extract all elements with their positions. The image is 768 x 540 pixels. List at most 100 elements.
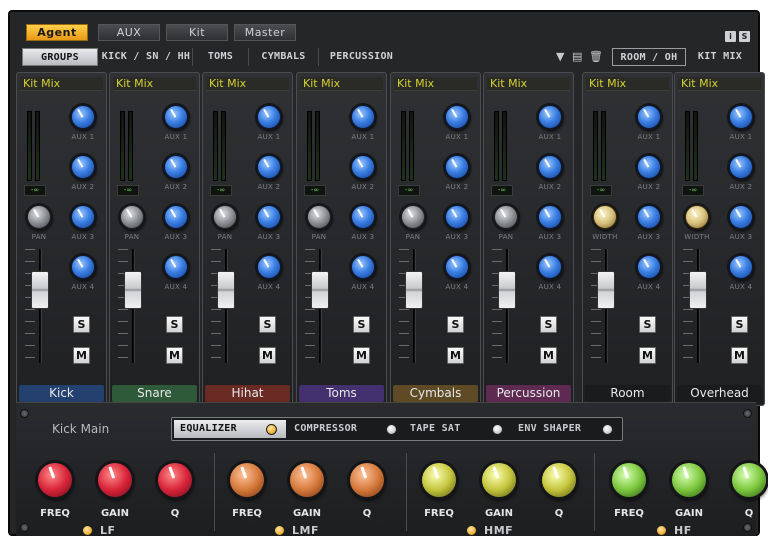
save-preset-icon[interactable]: ▤: [572, 50, 582, 63]
compressor-power-icon[interactable]: [386, 424, 397, 435]
pan-knob[interactable]: [213, 205, 237, 229]
aux-3-knob[interactable]: [71, 205, 95, 229]
trash-icon[interactable]: 🗑: [589, 50, 603, 63]
mute-button[interactable]: M: [73, 347, 90, 364]
solo-button[interactable]: S: [73, 316, 90, 333]
tab-agent[interactable]: Agent: [26, 24, 88, 41]
volume-fader[interactable]: [597, 271, 615, 309]
channel-name[interactable]: Kick: [19, 385, 104, 402]
solo-button[interactable]: S: [639, 316, 656, 333]
kit-mix-label[interactable]: Kit Mix: [113, 77, 196, 91]
tab-room-oh[interactable]: ROOM / OH: [612, 48, 686, 66]
tab-aux[interactable]: AUX: [98, 24, 160, 41]
aux-2-knob[interactable]: [257, 155, 281, 179]
tab-equalizer[interactable]: EQUALIZER: [174, 420, 286, 438]
aux-4-knob[interactable]: [637, 255, 661, 279]
q-knob[interactable]: [542, 463, 576, 497]
kit-mix-label[interactable]: Kit Mix: [206, 77, 289, 91]
pan-knob[interactable]: [27, 205, 51, 229]
channel-name[interactable]: Percussion: [486, 385, 571, 402]
aux-4-knob[interactable]: [538, 255, 562, 279]
kit-mix-label[interactable]: Kit Mix: [487, 77, 570, 91]
kit-mix-label[interactable]: Kit Mix: [394, 77, 477, 91]
volume-fader[interactable]: [124, 271, 142, 309]
solo-button[interactable]: S: [166, 316, 183, 333]
aux-1-knob[interactable]: [729, 105, 753, 129]
aux-2-knob[interactable]: [351, 155, 375, 179]
tab-cymbals[interactable]: CYMBALS: [248, 48, 318, 66]
mute-button[interactable]: M: [353, 347, 370, 364]
q-knob[interactable]: [158, 463, 192, 497]
channel-name[interactable]: Hihat: [205, 385, 290, 402]
env-shaper-power-icon[interactable]: [602, 424, 613, 435]
volume-fader[interactable]: [31, 271, 49, 309]
gain-knob[interactable]: [672, 463, 706, 497]
aux-2-knob[interactable]: [637, 155, 661, 179]
aux-3-knob[interactable]: [637, 205, 661, 229]
volume-fader[interactable]: [217, 271, 235, 309]
aux-4-knob[interactable]: [729, 255, 753, 279]
pan-knob[interactable]: [494, 205, 518, 229]
pan-knob[interactable]: [401, 205, 425, 229]
dropdown-arrow-icon[interactable]: ▼: [556, 50, 564, 63]
tab-kit-mix[interactable]: KIT MIX: [692, 48, 748, 66]
tab-percussion[interactable]: PERCUSSION: [318, 48, 404, 66]
q-knob[interactable]: [732, 463, 766, 497]
solo-button[interactable]: S: [447, 316, 464, 333]
tab-compressor[interactable]: COMPRESSOR: [288, 420, 402, 438]
channel-name[interactable]: Room: [585, 385, 670, 402]
solo-button[interactable]: S: [259, 316, 276, 333]
aux-1-knob[interactable]: [257, 105, 281, 129]
aux-3-knob[interactable]: [257, 205, 281, 229]
mute-button[interactable]: M: [540, 347, 557, 364]
mute-button[interactable]: M: [166, 347, 183, 364]
channel-name[interactable]: Cymbals: [393, 385, 478, 402]
freq-knob[interactable]: [230, 463, 264, 497]
kit-mix-label[interactable]: Kit Mix: [20, 77, 103, 91]
channel-name[interactable]: Overhead: [677, 385, 762, 402]
equalizer-power-icon[interactable]: [266, 424, 277, 435]
band-power-icon[interactable]: [274, 525, 285, 536]
pan-knob[interactable]: [593, 205, 617, 229]
volume-fader[interactable]: [689, 271, 707, 309]
gain-knob[interactable]: [98, 463, 132, 497]
aux-4-knob[interactable]: [164, 255, 188, 279]
tape-sat-power-icon[interactable]: [492, 424, 503, 435]
volume-fader[interactable]: [311, 271, 329, 309]
kit-mix-label[interactable]: Kit Mix: [300, 77, 383, 91]
pan-knob[interactable]: [685, 205, 709, 229]
mute-button[interactable]: M: [731, 347, 748, 364]
aux-3-knob[interactable]: [445, 205, 469, 229]
pan-knob[interactable]: [120, 205, 144, 229]
channel-name[interactable]: Toms: [299, 385, 384, 402]
volume-fader[interactable]: [498, 271, 516, 309]
aux-1-knob[interactable]: [351, 105, 375, 129]
freq-knob[interactable]: [612, 463, 646, 497]
aux-4-knob[interactable]: [445, 255, 469, 279]
aux-2-knob[interactable]: [445, 155, 469, 179]
tab-toms[interactable]: TOMS: [192, 48, 248, 66]
mute-button[interactable]: M: [639, 347, 656, 364]
kit-mix-label[interactable]: Kit Mix: [586, 77, 669, 91]
info-button[interactable]: i: [725, 31, 736, 42]
pan-knob[interactable]: [307, 205, 331, 229]
gain-knob[interactable]: [482, 463, 516, 497]
mute-button[interactable]: M: [259, 347, 276, 364]
aux-1-knob[interactable]: [71, 105, 95, 129]
tab-kick-sn-hh[interactable]: KICK / SN / HH: [100, 48, 192, 66]
settings-button[interactable]: S: [739, 31, 750, 42]
kit-mix-label[interactable]: Kit Mix: [678, 77, 761, 91]
aux-2-knob[interactable]: [538, 155, 562, 179]
solo-button[interactable]: S: [353, 316, 370, 333]
tab-master[interactable]: Master: [234, 24, 296, 41]
band-power-icon[interactable]: [656, 525, 667, 536]
aux-2-knob[interactable]: [164, 155, 188, 179]
gain-knob[interactable]: [290, 463, 324, 497]
tab-groups[interactable]: GROUPS: [22, 48, 98, 66]
tab-tape-sat[interactable]: TAPE SAT: [404, 420, 510, 438]
aux-3-knob[interactable]: [538, 205, 562, 229]
aux-1-knob[interactable]: [445, 105, 469, 129]
aux-2-knob[interactable]: [71, 155, 95, 179]
volume-fader[interactable]: [405, 271, 423, 309]
aux-3-knob[interactable]: [351, 205, 375, 229]
